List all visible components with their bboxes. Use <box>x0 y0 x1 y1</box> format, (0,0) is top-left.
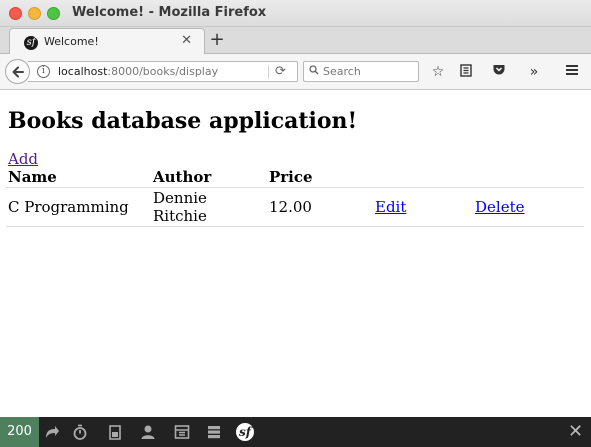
url-bar[interactable]: i localhost:8000/books/display ⟳ <box>28 61 298 82</box>
pocket-icon[interactable] <box>490 63 508 81</box>
window-title: Welcome! - Mozilla Firefox <box>72 5 267 20</box>
books-table: Name Author Price C Programming Dennie R… <box>6 167 584 227</box>
cell-author: Dennie Ritchie <box>151 187 267 227</box>
url-host: localhost <box>58 65 108 78</box>
search-bar[interactable] <box>303 61 419 82</box>
add-book-link[interactable]: Add <box>8 150 38 168</box>
debug-toolbar-close-icon[interactable]: ✕ <box>560 417 591 447</box>
delete-link[interactable]: Delete <box>475 198 524 216</box>
arrow-left-icon <box>12 66 24 78</box>
tab-strip: sf Welcome! ✕ + <box>0 27 591 55</box>
cell-edit: Edit <box>373 187 473 227</box>
table-row: C Programming Dennie Ritchie 12.00 Edit … <box>6 187 584 227</box>
new-tab-button[interactable]: + <box>207 30 227 50</box>
window-minimize-button[interactable] <box>28 7 41 20</box>
column-header-delete <box>473 167 584 188</box>
column-header-author: Author <box>151 167 267 188</box>
window-maximize-button[interactable] <box>47 7 60 20</box>
reload-icon[interactable]: ⟳ <box>275 64 286 79</box>
page-title: Books database application! <box>8 108 358 134</box>
overflow-chevron-icon[interactable]: » <box>525 63 543 81</box>
hamburger-menu-icon[interactable] <box>563 63 581 81</box>
edit-link[interactable]: Edit <box>375 198 406 216</box>
tab-label: Welcome! <box>44 35 99 48</box>
column-header-edit <box>373 167 473 188</box>
navigation-toolbar: i localhost:8000/books/display ⟳ ☆ » <box>0 54 591 90</box>
timer-icon[interactable] <box>71 423 89 441</box>
page-content: Books database application! Add Name Aut… <box>0 91 591 417</box>
database-icon[interactable] <box>205 423 223 441</box>
search-icon <box>309 65 319 75</box>
column-header-name: Name <box>6 167 151 188</box>
user-icon[interactable] <box>139 423 157 441</box>
url-separator <box>268 65 269 79</box>
redirect-arrow-icon[interactable] <box>43 423 61 441</box>
symfony-favicon-icon: sf <box>24 36 38 50</box>
forms-icon[interactable] <box>173 423 191 441</box>
search-input[interactable] <box>323 63 415 80</box>
table-header-row: Name Author Price <box>6 167 584 188</box>
url-text[interactable]: localhost:8000/books/display <box>58 65 218 78</box>
tab-close-icon[interactable]: ✕ <box>181 33 192 48</box>
reading-list-icon[interactable] <box>457 63 475 81</box>
window-titlebar: Welcome! - Mozilla Firefox <box>0 0 591 27</box>
cell-name: C Programming <box>6 187 151 227</box>
status-code-badge[interactable]: 200 <box>0 417 39 447</box>
symfony-logo-icon[interactable]: sf <box>236 423 254 441</box>
tab-welcome[interactable]: sf Welcome! ✕ <box>9 28 205 55</box>
back-button[interactable] <box>5 59 30 84</box>
debug-toolbar: 200 sf ✕ <box>0 417 591 447</box>
url-path: :8000/books/display <box>107 65 219 78</box>
cell-price: 12.00 <box>267 187 373 227</box>
cell-delete: Delete <box>473 187 584 227</box>
window-close-button[interactable] <box>9 7 22 20</box>
bookmark-star-icon[interactable]: ☆ <box>429 63 447 81</box>
site-info-icon[interactable]: i <box>37 65 50 78</box>
column-header-price: Price <box>267 167 373 188</box>
memory-icon[interactable] <box>106 423 124 441</box>
